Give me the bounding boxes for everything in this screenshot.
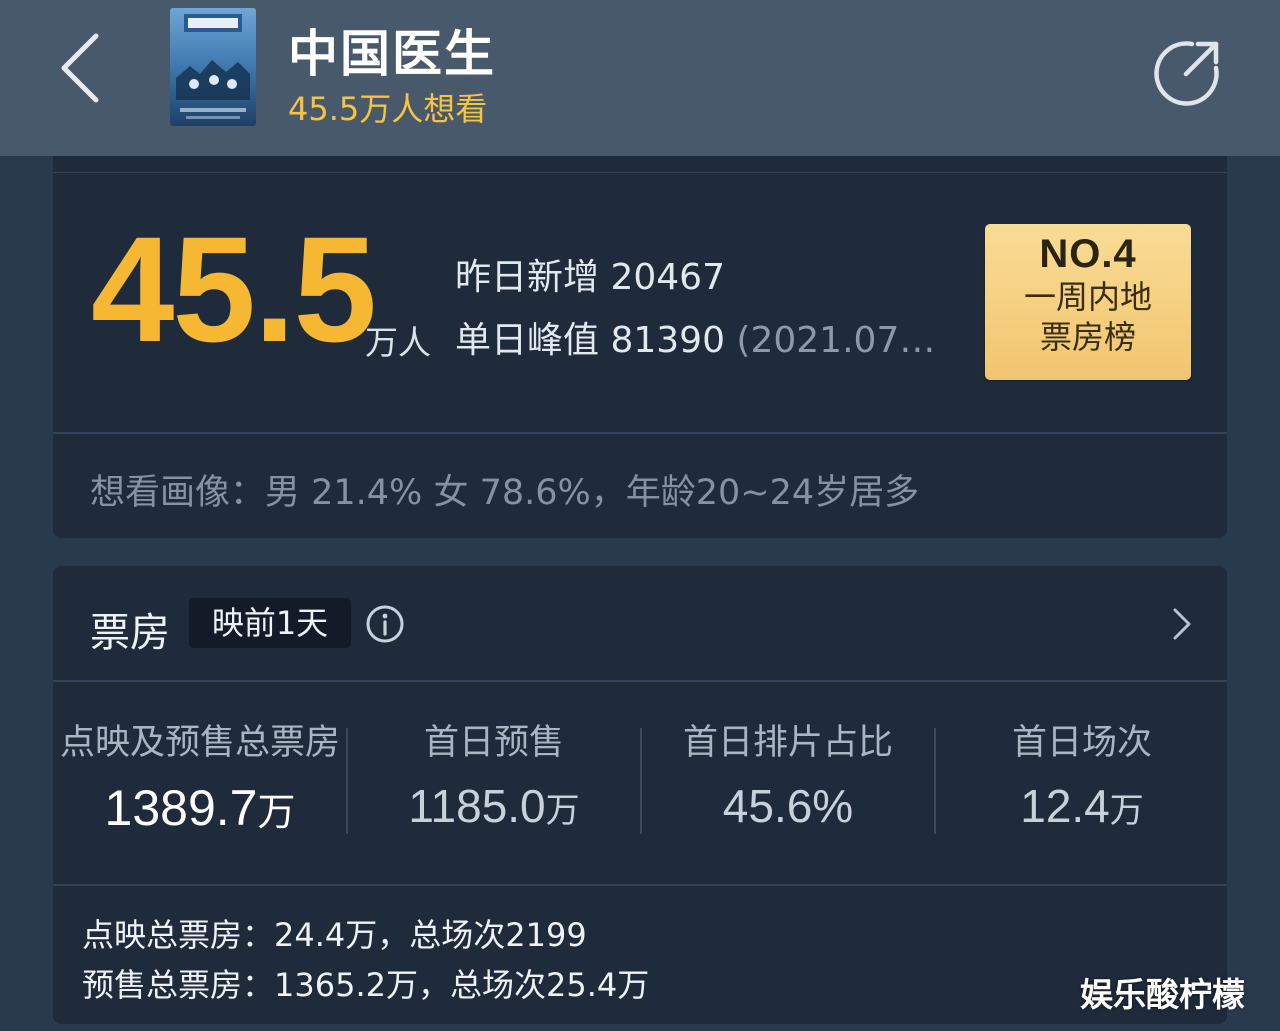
box-office-card: 票房 映前1天 点映及预售总票房 1389.7万 首日预售 1185.0万 首日…	[53, 566, 1227, 1024]
rank-badge[interactable]: NO.4 一周内地 票房榜	[985, 224, 1191, 380]
divider	[53, 680, 1227, 682]
pre-release-tag[interactable]: 映前1天	[189, 598, 351, 648]
metric-label: 首日排片占比	[682, 723, 893, 763]
chevron-left-icon	[61, 33, 99, 103]
metric-value: 12.4万	[1020, 780, 1144, 832]
divider	[53, 884, 1227, 886]
poster-image	[170, 8, 256, 126]
metric-first-day-presale: 首日预售 1185.0万	[347, 714, 641, 833]
yesterday-value: 20467	[610, 257, 725, 298]
peak-label: 单日峰值	[455, 320, 611, 361]
want-total-number: 45.5	[91, 205, 377, 373]
watermark: 娱乐酸柠檬	[1080, 975, 1245, 1014]
movie-poster[interactable]	[170, 8, 256, 126]
info-icon[interactable]	[365, 604, 405, 644]
metric-label: 首日预售	[423, 723, 564, 763]
want-stats-card: 45.5 万人 昨日新增 20467 单日峰值 81390 (2021.07… …	[53, 156, 1227, 538]
rank-label-line1: 一周内地	[1023, 278, 1152, 316]
share-button[interactable]	[1152, 36, 1224, 108]
top-bar: 中国医生 45.5万人想看	[0, 0, 1280, 156]
box-office-title: 票房	[90, 610, 170, 656]
metric-first-day-schedule-share: 首日排片占比 45.6%	[641, 714, 935, 833]
box-office-more-button[interactable]	[1169, 606, 1195, 642]
back-button[interactable]	[52, 28, 112, 108]
info-circle-graphic	[366, 605, 404, 643]
metric-value: 45.6%	[722, 780, 854, 832]
yesterday-new-stat: 昨日新增 20467	[455, 248, 725, 300]
rank-number: NO.4	[1039, 232, 1137, 276]
share-icon	[1154, 41, 1219, 106]
metric-value: 1185.0万	[408, 780, 580, 832]
want-to-see-count: 45.5万人想看	[288, 90, 488, 128]
metric-total-presale: 点映及预售总票房 1389.7万	[53, 714, 347, 837]
yesterday-label: 昨日新增	[455, 257, 611, 298]
daily-peak-stat: 单日峰值 81390 (2021.07…	[455, 311, 935, 363]
metric-label: 首日场次	[1011, 723, 1152, 763]
divider	[53, 172, 1227, 173]
peak-value: 81390	[610, 320, 725, 361]
rank-label-line2: 票房榜	[1039, 318, 1136, 356]
peak-date: (2021.07…	[724, 320, 936, 361]
movie-title: 中国医生	[288, 25, 496, 83]
chevron-right-icon	[1173, 608, 1191, 640]
metric-first-day-showings: 首日场次 12.4万	[935, 714, 1229, 833]
audience-portrait: 想看画像：男 21.4% 女 78.6%，年龄20~24岁居多	[90, 473, 920, 513]
metric-value: 1389.7万	[104, 780, 296, 836]
want-total-unit: 万人	[365, 323, 431, 362]
metric-label: 点映及预售总票房	[59, 723, 340, 763]
preview-box-office-detail: 点映总票房：24.4万，总场次2199	[82, 916, 587, 954]
divider	[53, 432, 1227, 434]
presale-box-office-detail: 预售总票房：1365.2万，总场次25.4万	[82, 966, 650, 1004]
